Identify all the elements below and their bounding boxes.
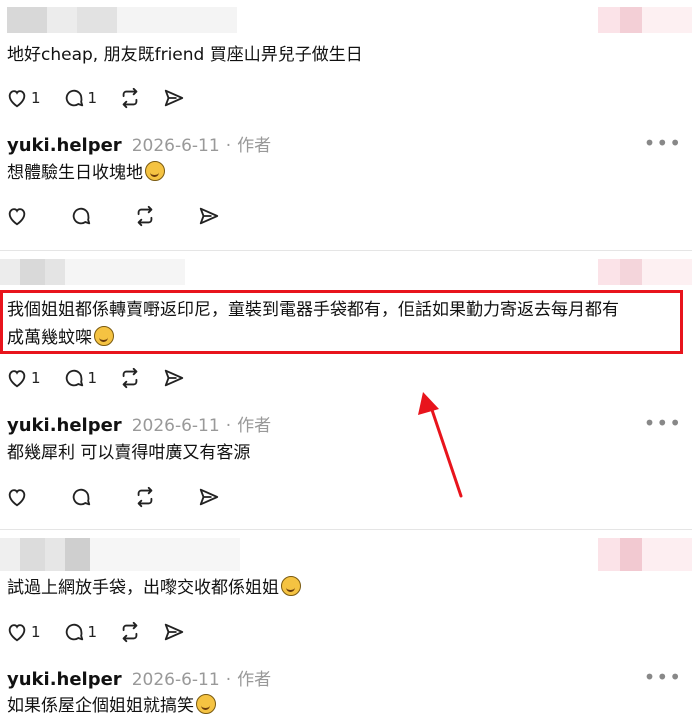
comment-button[interactable]: 1 (63, 367, 98, 389)
heart-icon (8, 90, 26, 108)
send-icon (164, 369, 184, 387)
like-button[interactable]: 1 (6, 621, 41, 643)
blurred-username (0, 259, 185, 285)
like-button[interactable]: 1 (6, 367, 41, 389)
meta-separator: · (225, 416, 232, 436)
blurred-avatar (598, 259, 692, 285)
meta-separator: · (225, 136, 232, 156)
laughing-emoji-icon (196, 694, 216, 714)
send-icon (164, 623, 184, 641)
comment-icon (65, 369, 83, 387)
reply-text-content: 想體驗生日收塊地 (7, 163, 143, 183)
like-button[interactable]: 1 (6, 87, 41, 109)
reply-text-content: 如果係屋企個姐姐就搞笑 (7, 696, 194, 716)
like-count: 1 (31, 623, 41, 641)
more-icon[interactable]: ••• (644, 665, 682, 689)
repost-icon (122, 87, 138, 109)
heart-icon (8, 370, 26, 388)
reply-header: yuki.helper 2026-6-11 · 作者 (7, 411, 271, 436)
like-count: 1 (31, 369, 41, 387)
more-icon[interactable]: ••• (644, 131, 682, 155)
send-icon (199, 488, 219, 506)
reply-author[interactable]: yuki.helper (7, 135, 122, 156)
heart-icon (8, 208, 26, 226)
comment-icon (72, 207, 91, 225)
reply-author[interactable]: yuki.helper (7, 415, 122, 436)
repost-icon (137, 205, 153, 227)
laughing-emoji-icon (145, 161, 165, 181)
reply-date: 2026-6-11 (131, 670, 220, 690)
post-text: 地好cheap, 朋友既friend 買座山畀兒子做生日 (7, 45, 363, 65)
comment-button[interactable] (70, 486, 92, 508)
meta-separator: · (225, 670, 232, 690)
post-text: 試過上網放手袋，出嚟交收都係姐姐 (7, 574, 301, 602)
repost-icon (137, 486, 153, 508)
comment-count: 1 (87, 89, 98, 107)
comment-icon (65, 623, 83, 641)
share-button[interactable] (198, 205, 220, 227)
repost-button[interactable] (119, 621, 141, 643)
like-count: 1 (31, 89, 41, 107)
comment-icon (65, 89, 83, 107)
comment-count: 1 (87, 369, 98, 387)
author-badge: 作者 (237, 670, 272, 690)
repost-button[interactable] (134, 205, 156, 227)
reply-date: 2026-6-11 (131, 416, 220, 436)
reply-text: 想體驗生日收塊地 (7, 159, 165, 187)
share-button[interactable] (163, 87, 185, 109)
repost-icon (122, 367, 138, 389)
repost-button[interactable] (134, 486, 156, 508)
send-icon (199, 207, 219, 225)
reply-header: yuki.helper 2026-6-11 · 作者 (7, 665, 271, 690)
comment-icon (72, 488, 91, 506)
comment-button[interactable] (70, 205, 92, 227)
repost-button[interactable] (119, 367, 141, 389)
share-button[interactable] (163, 367, 185, 389)
blurred-username (7, 7, 237, 33)
post-text-content: 試過上網放手袋，出嚟交收都係姐姐 (7, 578, 279, 598)
reply-text: 都幾犀利 可以賣得咁廣又有客源 (7, 443, 251, 463)
comment-button[interactable]: 1 (63, 87, 98, 109)
author-badge: 作者 (237, 136, 272, 156)
comment-button[interactable]: 1 (63, 621, 98, 643)
annotation-arrow (418, 392, 463, 498)
reply-text: 如果係屋企個姐姐就搞笑 (7, 692, 216, 720)
divider (0, 529, 692, 530)
heart-icon (8, 624, 26, 642)
blurred-avatar (598, 7, 692, 33)
like-button[interactable] (6, 205, 28, 227)
heart-icon (8, 489, 26, 507)
repost-button[interactable] (119, 87, 141, 109)
reply-date: 2026-6-11 (131, 136, 220, 156)
share-button[interactable] (163, 621, 185, 643)
blurred-avatar (598, 538, 692, 571)
share-button[interactable] (198, 486, 220, 508)
author-badge: 作者 (237, 416, 272, 436)
more-icon[interactable]: ••• (644, 411, 682, 435)
highlight-box (0, 290, 683, 354)
reply-header: yuki.helper 2026-6-11 · 作者 (7, 131, 271, 156)
blurred-username (0, 538, 240, 571)
like-button[interactable] (6, 486, 28, 508)
reply-author[interactable]: yuki.helper (7, 669, 122, 690)
repost-icon (122, 621, 138, 643)
send-icon (164, 89, 184, 107)
comment-count: 1 (87, 623, 98, 641)
laughing-emoji-icon (281, 576, 301, 596)
divider (0, 250, 692, 251)
